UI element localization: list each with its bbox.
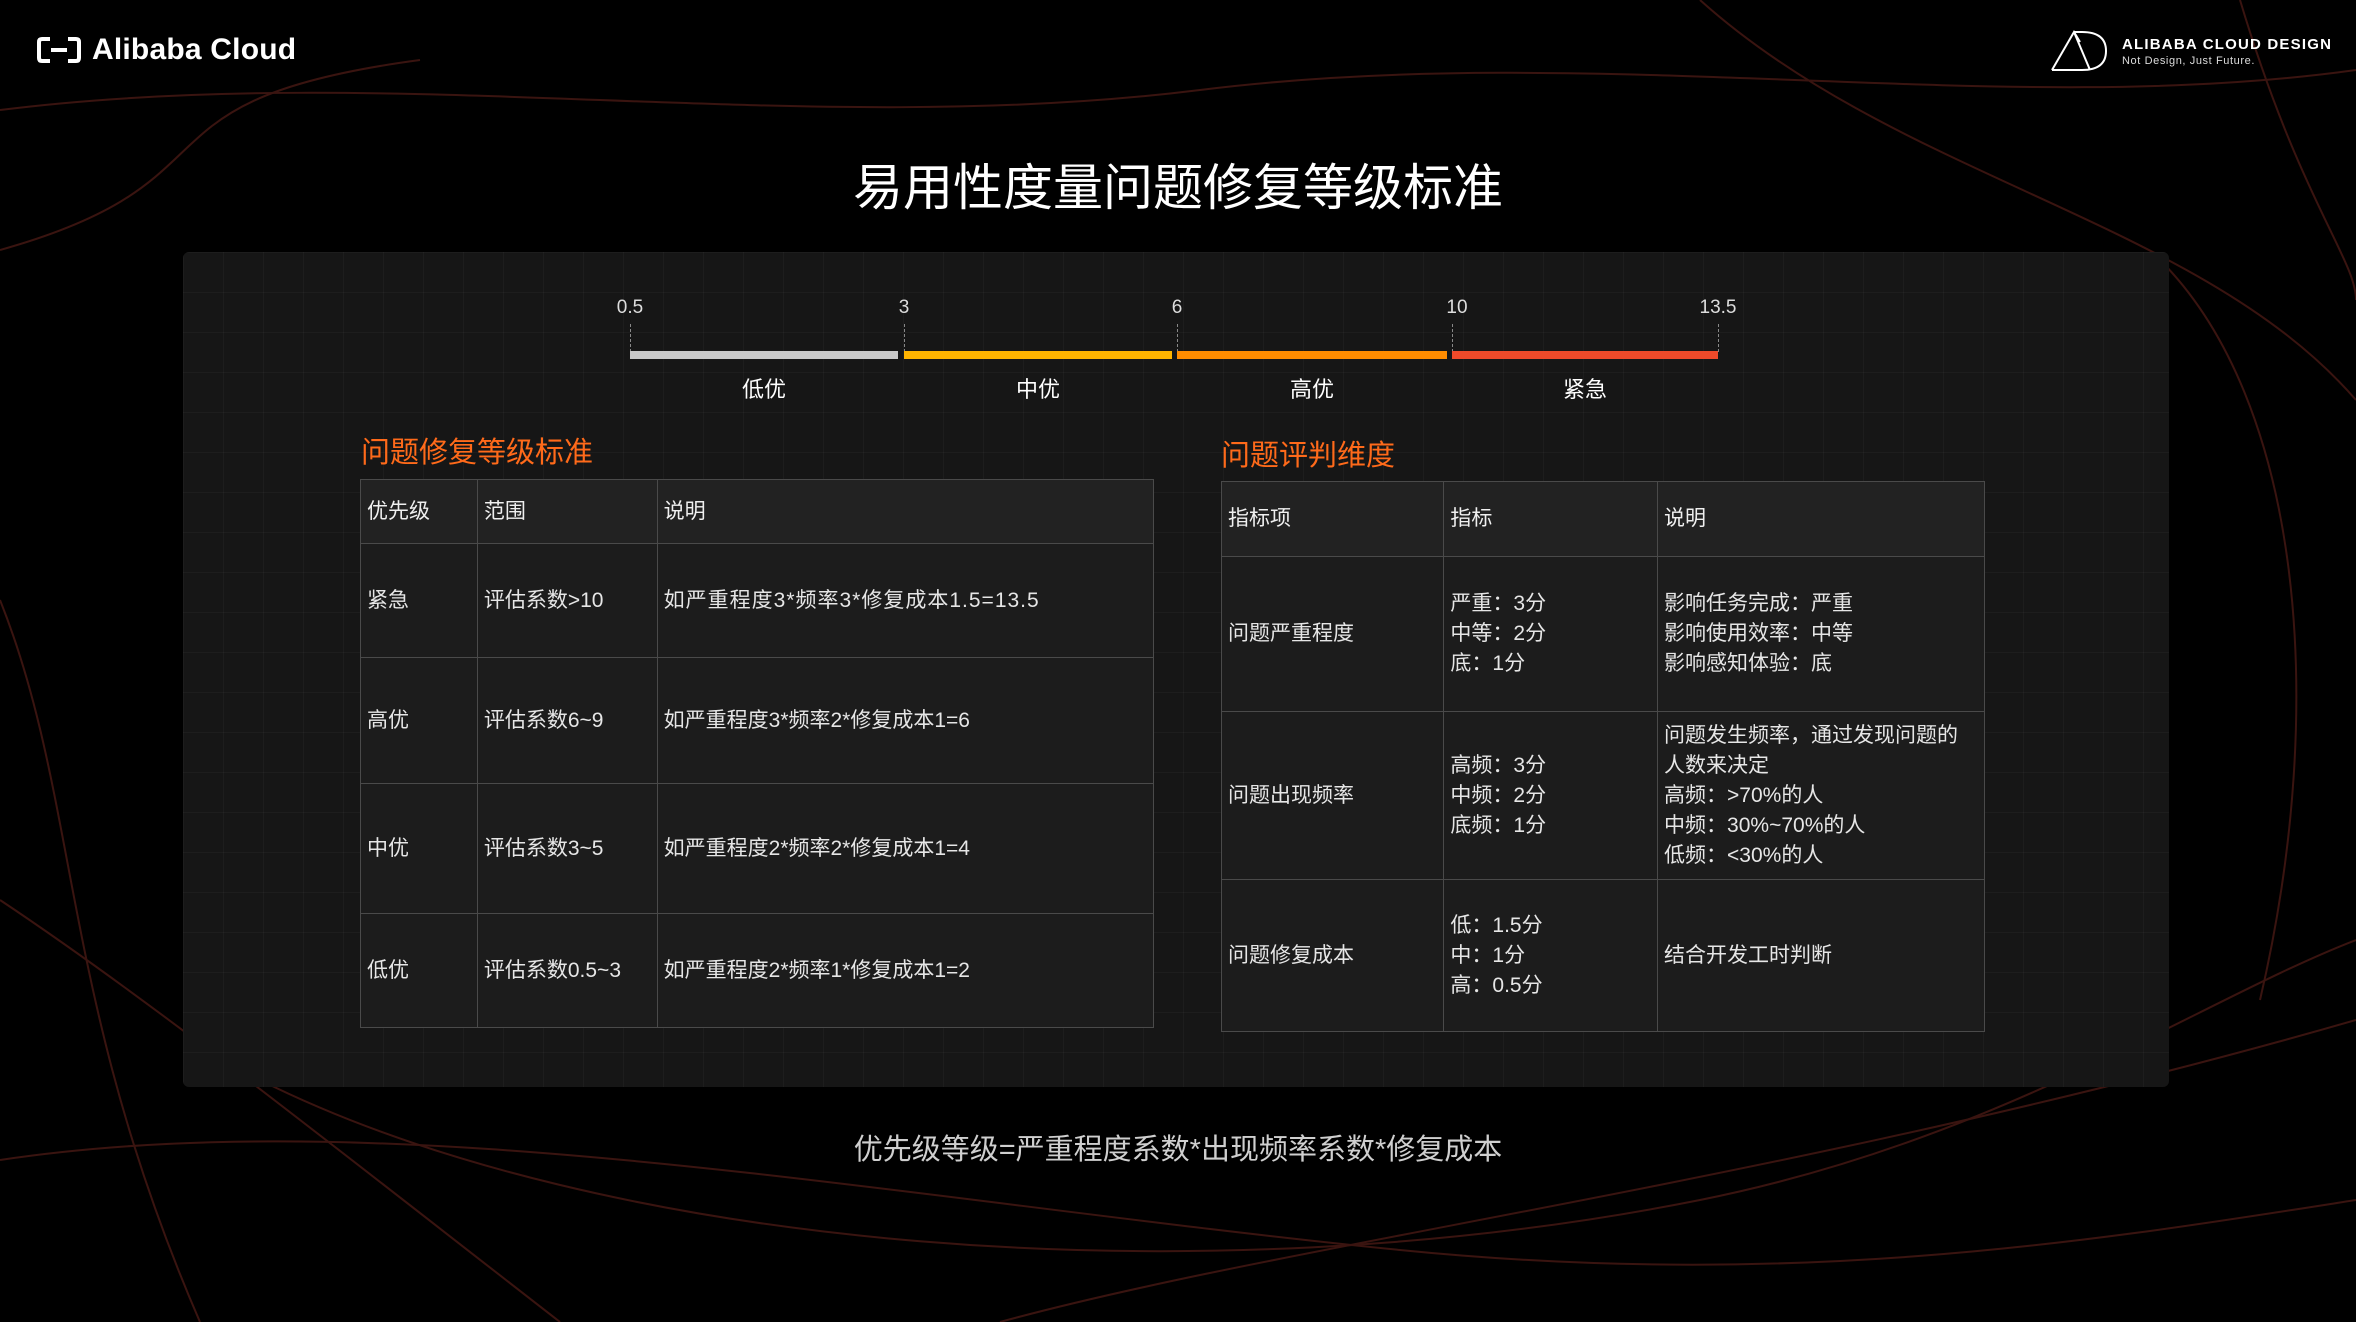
item-cell: 问题出现频率 [1220, 711, 1445, 880]
description-line: 高频：>70%的人 [1664, 783, 1824, 807]
metric-cell: 严重：3分 中等：2分 底：1分 [1443, 556, 1659, 712]
metric-line: 高：0.5分 [1450, 973, 1543, 997]
item-cell: 问题严重程度 [1220, 556, 1445, 712]
scale-tick-label: 3 [898, 297, 910, 318]
range-cell: 评估系数>10 [476, 543, 658, 658]
design-brand-name: ALIBABA CLOUD DESIGN [2122, 35, 2333, 53]
metric-line: 底：1分 [1450, 652, 1526, 675]
description-line: 问题发生频率，通过发现问题的 [1664, 723, 1959, 747]
triangle-d-mark-icon [2051, 30, 2108, 71]
item-cell: 问题修复成本 [1220, 879, 1445, 1032]
metric-line: 中等：2分 [1450, 622, 1547, 645]
description-cell: 问题发生频率，通过发现问题的 人数来决定 高频：>70%的人 中频：30%~70… [1657, 711, 1985, 880]
design-tagline: Not Design, Just Future. [2122, 54, 2256, 67]
scale-segment-medium [904, 351, 1172, 359]
column-header: 说明 [656, 479, 1155, 544]
table-row: 问题严重程度 严重：3分 中等：2分 底：1分 影响任务完成：严重 影响使用效率… [1220, 556, 1985, 712]
description-line: 结合开发工时判断 [1664, 943, 1833, 967]
column-header: 范围 [476, 479, 658, 544]
scale-segment-urgent [1452, 351, 1718, 359]
description-cell: 如严重程度2*频率1*修复成本1=2 [656, 913, 1155, 1028]
left-section-title: 问题修复等级标准 [361, 437, 594, 469]
scale-tick-line [904, 324, 905, 352]
description-line: 影响使用效率：中等 [1664, 622, 1854, 645]
scale-segment-low [630, 351, 898, 359]
brand-name: Alibaba Cloud [92, 33, 297, 66]
scale-segment-label: 高优 [1289, 377, 1334, 402]
table-row: 问题出现频率 高频：3分 中频：2分 底频：1分 问题发生频率，通过发现问题的 … [1220, 711, 1985, 880]
priority-cell: 紧急 [360, 543, 478, 658]
table-row: 紧急 评估系数>10 如严重程度3*频率3*修复成本1.5=13.5 [360, 543, 1155, 658]
scale-segment-label: 中优 [1015, 377, 1060, 402]
priority-scale: 0.5 3 6 10 13.5 低优 中优 高优 紧急 [183, 252, 2169, 412]
metric-cell: 高频：3分 中频：2分 底频：1分 [1443, 711, 1659, 880]
metric-line: 底频：1分 [1450, 813, 1547, 837]
description-line: 影响感知体验：底 [1664, 652, 1833, 675]
scale-tick-line [630, 324, 631, 352]
range-cell: 评估系数0.5~3 [476, 913, 658, 1028]
column-header: 优先级 [360, 479, 478, 544]
scale-tick-line [1718, 324, 1719, 352]
range-cell: 评估系数6~9 [476, 657, 658, 784]
content-panel: 0.5 3 6 10 13.5 低优 中优 高优 紧急 问题修复等级标准 优先级… [183, 252, 2169, 1087]
description-line: 低频：<30%的人 [1664, 843, 1824, 867]
metric-cell: 低：1.5分 中：1分 高：0.5分 [1443, 879, 1659, 1032]
scale-tick-line [1177, 324, 1178, 352]
alibaba-cloud-logo[interactable]: Alibaba Cloud [36, 30, 296, 70]
repair-level-table: 优先级 范围 说明 紧急 评估系数>10 如严重程度3*频率3*修复成本1.5=… [360, 479, 1155, 1028]
table-row: 高优 评估系数6~9 如严重程度3*频率2*修复成本1=6 [360, 657, 1155, 784]
scale-tick-label: 6 [1171, 297, 1183, 318]
right-section-title: 问题评判维度 [1221, 440, 1396, 472]
priority-formula: 优先级等级=严重程度系数*出现频率系数*修复成本 [853, 1134, 1503, 1166]
description-line: 人数来决定 [1664, 753, 1770, 777]
scale-tick-label: 10 [1446, 297, 1468, 318]
metric-line: 严重：3分 [1450, 592, 1547, 615]
scale-tick-label: 13.5 [1699, 297, 1737, 318]
scale-tick-line [1452, 324, 1453, 352]
table-header-row: 指标项 指标 说明 [1220, 481, 1985, 557]
metric-line: 中频：2分 [1450, 783, 1547, 807]
column-header: 指标项 [1220, 481, 1445, 557]
alibaba-cloud-design-logo[interactable]: ALIBABA CLOUD DESIGN Not Design, Just Fu… [2050, 28, 2332, 74]
scale-segment-label: 低优 [741, 377, 786, 402]
metric-line: 中：1分 [1450, 943, 1526, 967]
evaluation-dimension-table: 指标项 指标 说明 问题严重程度 严重：3分 中等：2分 底：1分 影响任务完成… [1220, 481, 1985, 1032]
description-cell: 如严重程度3*频率3*修复成本1.5=13.5 [656, 543, 1155, 658]
alibaba-cloud-bracket-icon [37, 37, 81, 63]
description-line: 中频：30%~70%的人 [1664, 813, 1866, 837]
description-cell: 如严重程度3*频率2*修复成本1=6 [656, 657, 1155, 784]
priority-cell: 中优 [360, 783, 478, 914]
description-line: 影响任务完成：严重 [1664, 592, 1854, 615]
page-title: 易用性度量问题修复等级标准 [853, 160, 1503, 216]
description-cell: 如严重程度2*频率2*修复成本1=4 [656, 783, 1155, 914]
range-cell: 评估系数3~5 [476, 783, 658, 914]
priority-cell: 低优 [360, 913, 478, 1028]
table-row: 低优 评估系数0.5~3 如严重程度2*频率1*修复成本1=2 [360, 913, 1155, 1028]
priority-cell: 高优 [360, 657, 478, 784]
table-row: 中优 评估系数3~5 如严重程度2*频率2*修复成本1=4 [360, 783, 1155, 914]
description-cell: 影响任务完成：严重 影响使用效率：中等 影响感知体验：底 [1657, 556, 1985, 712]
scale-segment-high [1177, 351, 1447, 359]
metric-line: 低：1.5分 [1450, 913, 1543, 937]
scale-tick-label: 0.5 [616, 297, 644, 318]
table-header-row: 优先级 范围 说明 [360, 479, 1155, 544]
column-header: 说明 [1657, 481, 1985, 557]
scale-segment-label: 紧急 [1562, 377, 1607, 402]
column-header: 指标 [1443, 481, 1659, 557]
metric-line: 高频：3分 [1450, 753, 1547, 777]
description-cell: 结合开发工时判断 [1657, 879, 1985, 1032]
table-row: 问题修复成本 低：1.5分 中：1分 高：0.5分 结合开发工时判断 [1220, 879, 1985, 1032]
